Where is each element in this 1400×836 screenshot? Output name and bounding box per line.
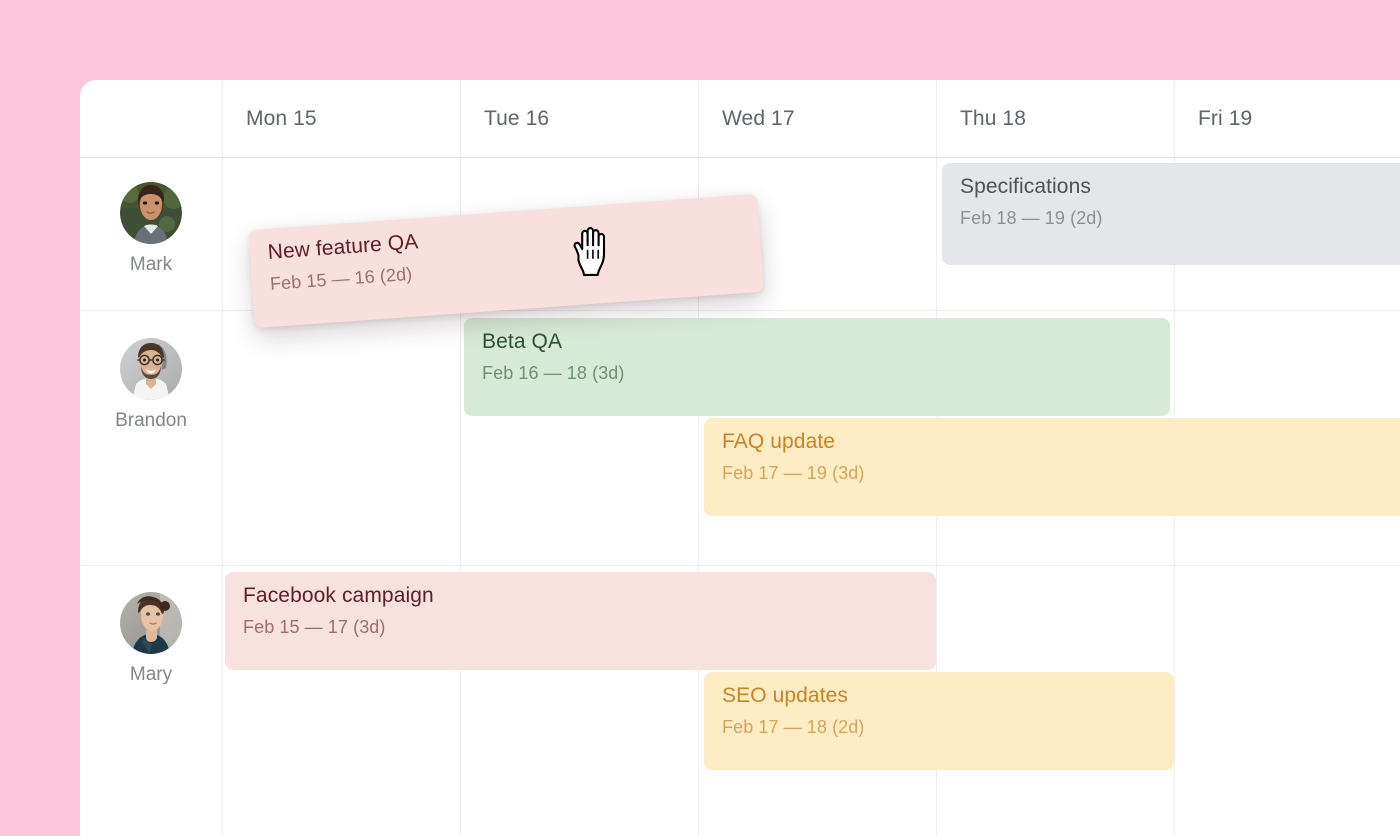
avatar-brandon	[120, 338, 182, 400]
task-dash: —	[783, 717, 802, 737]
task-bar-seo-updates[interactable]: SEO updates Feb 17—18 (2d)	[704, 672, 1174, 770]
column-header-wed-17[interactable]: Wed 17	[698, 80, 936, 157]
task-title: Beta QA	[482, 330, 563, 353]
column-header-tue-16[interactable]: Tue 16	[460, 80, 698, 157]
column-header-mon-15[interactable]: Mon 15	[222, 80, 460, 157]
grid-hline-header	[80, 157, 1400, 158]
task-start: Feb 16	[482, 363, 539, 383]
task-title: FAQ update	[722, 430, 836, 453]
task-dates: Feb 17—19 (3d)	[722, 462, 1400, 484]
task-start: Feb 15	[243, 617, 300, 637]
resource-name-mary: Mary	[129, 664, 173, 685]
task-dates: Feb 18—19 (2d)	[960, 207, 1400, 229]
task-dash: —	[1021, 208, 1040, 228]
task-bar-beta-qa[interactable]: Beta QA Feb 16—18 (3d)	[464, 318, 1170, 416]
column-header-label: Tue 16	[484, 106, 550, 130]
task-duration: (3d)	[832, 463, 865, 483]
task-start: Feb 18	[960, 208, 1017, 228]
resource-row-mark[interactable]: Mark	[80, 182, 222, 276]
column-header-label: Fri 19	[1198, 106, 1253, 130]
task-duration: (2d)	[1070, 208, 1103, 228]
task-dash: —	[783, 463, 802, 483]
avatar-mary	[120, 592, 182, 654]
task-duration: (3d)	[592, 363, 625, 383]
task-start: Feb 15	[269, 269, 328, 294]
avatar-mark	[120, 182, 182, 244]
task-end: 18	[806, 717, 827, 737]
timeline-board: Mon 15 Tue 16 Wed 17 Thu 18 Fri 19 Mark …	[80, 80, 1400, 836]
task-dates: Feb 15—17 (3d)	[243, 616, 918, 638]
task-end: 16	[353, 266, 376, 288]
grid-hline-brandon-mary	[80, 565, 1400, 566]
task-start: Feb 17	[722, 463, 779, 483]
resource-row-brandon[interactable]: Brandon	[80, 338, 222, 432]
column-header-fri-19[interactable]: Fri 19	[1174, 80, 1400, 157]
task-duration: (3d)	[353, 617, 386, 637]
task-dash: —	[543, 363, 562, 383]
task-bar-specifications[interactable]: Specifications Feb 18—19 (2d)	[942, 163, 1400, 265]
resource-row-mary[interactable]: Mary	[80, 592, 222, 686]
grid-vline-resource	[222, 80, 223, 836]
task-end: 18	[566, 363, 587, 383]
column-header-label: Wed 17	[722, 106, 795, 130]
task-bar-facebook-campaign[interactable]: Facebook campaign Feb 15—17 (3d)	[225, 572, 936, 670]
task-bar-faq-update[interactable]: FAQ update Feb 17—19 (3d)	[704, 418, 1400, 516]
task-duration: (2d)	[832, 717, 865, 737]
task-dash: —	[330, 268, 351, 290]
task-end: 17	[327, 617, 348, 637]
task-title: Specifications	[960, 175, 1091, 198]
resource-name-mark: Mark	[129, 254, 173, 275]
task-title: SEO updates	[722, 684, 849, 707]
task-dash: —	[304, 617, 323, 637]
column-header-label: Mon 15	[246, 106, 317, 130]
resource-name-brandon: Brandon	[115, 410, 187, 431]
column-header-thu-18[interactable]: Thu 18	[936, 80, 1174, 157]
task-end: 19	[806, 463, 827, 483]
task-dates: Feb 17—18 (2d)	[722, 716, 1156, 738]
task-dates: Feb 16—18 (3d)	[482, 362, 1152, 384]
task-end: 19	[1044, 208, 1065, 228]
grid-vline-mon-tue	[460, 80, 461, 836]
column-header-label: Thu 18	[960, 106, 1026, 130]
task-title: Facebook campaign	[243, 584, 434, 607]
task-start: Feb 17	[722, 717, 779, 737]
task-duration: (2d)	[379, 263, 413, 287]
app-root: Mon 15 Tue 16 Wed 17 Thu 18 Fri 19 Mark …	[0, 0, 1400, 836]
grid-vline-tue-wed	[698, 80, 699, 836]
